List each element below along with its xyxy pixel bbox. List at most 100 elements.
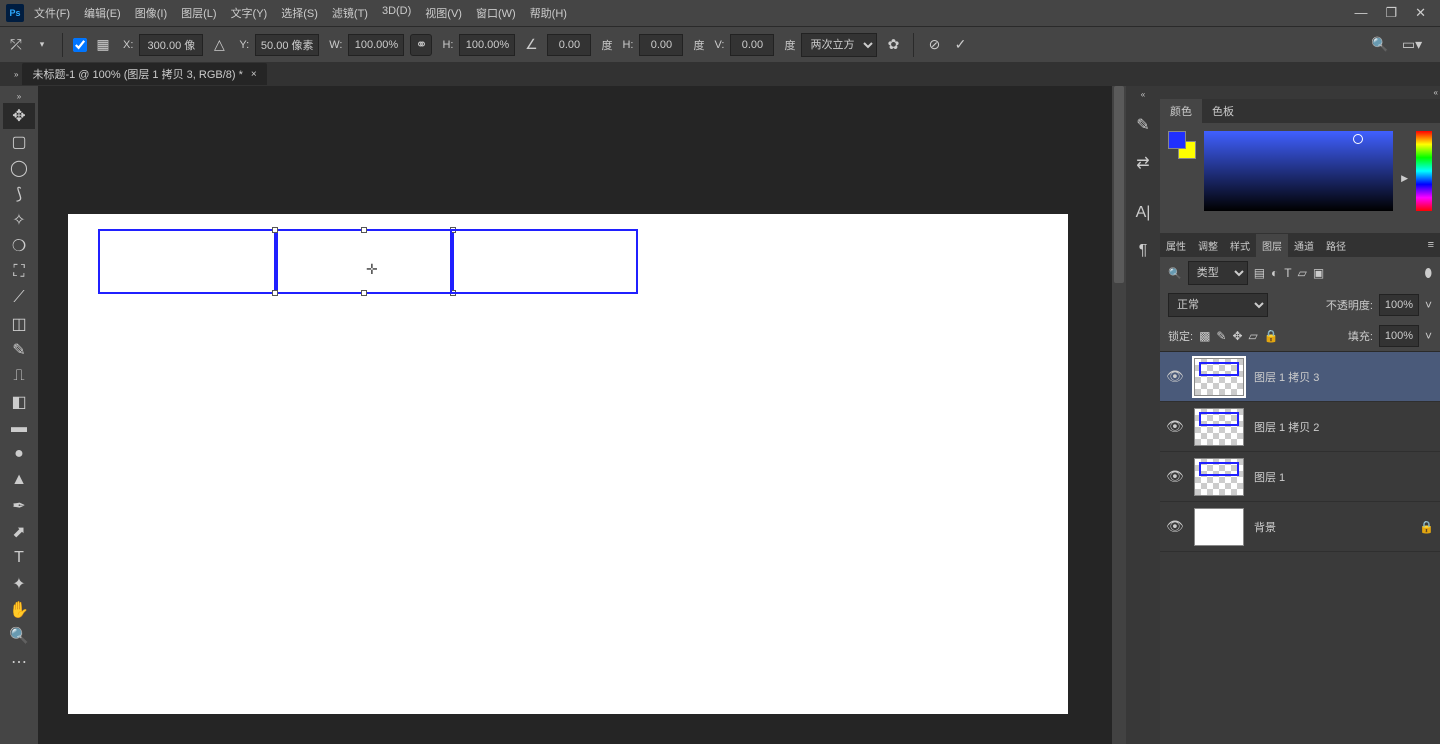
document-tab[interactable]: 未标题-1 @ 100% (图层 1 拷贝 3, RGB/8) * × [22,63,266,85]
paragraph-panel-icon[interactable]: ¶ [1131,239,1155,263]
quick-select-tool[interactable]: ❍ [3,233,35,259]
tab-adjustments[interactable]: 调整 [1192,234,1224,257]
tab-properties[interactable]: 属性 [1160,234,1192,257]
tab-paths[interactable]: 路径 [1320,234,1352,257]
layer-row[interactable]: 👁图层 1 拷贝 2 [1160,402,1440,452]
menu-type[interactable]: 文字(Y) [231,5,268,21]
cancel-transform-icon[interactable]: ⊘ [924,35,944,55]
transform-tool-icon[interactable]: ⤱ [6,35,26,55]
foreground-color[interactable] [1168,131,1186,149]
panel-expand-icon[interactable]: » [10,70,22,79]
menu-edit[interactable]: 编辑(E) [84,5,121,21]
lock-artboard-icon[interactable]: ▱ [1249,329,1258,343]
panel-menu-icon[interactable]: ≡ [1422,239,1440,251]
layer-row[interactable]: 👁图层 1 [1160,452,1440,502]
edit-toolbar[interactable]: ⋯ [3,649,35,675]
opacity-dropdown-icon[interactable]: ˅ [1425,298,1432,312]
crop-tool[interactable]: ⛶ [3,259,35,285]
layer-thumbnail[interactable] [1194,408,1244,446]
lock-pixels-icon[interactable]: ▩ [1199,329,1210,343]
tab-styles[interactable]: 样式 [1224,234,1256,257]
eraser-tool[interactable]: ◧ [3,389,35,415]
filter-adjust-icon[interactable]: ◐ [1271,266,1278,280]
shape-rect-1[interactable] [98,229,278,294]
type-tool[interactable]: T [3,545,35,571]
dodge-tool[interactable]: ▲ [3,467,35,493]
lock-brush-icon[interactable]: ✎ [1216,329,1226,343]
transform-handle-sw[interactable] [272,290,278,296]
transform-handle-s[interactable] [361,290,367,296]
commit-transform-icon[interactable]: ✓ [950,35,970,55]
lock-position-icon[interactable]: ✥ [1232,329,1242,343]
menu-layer[interactable]: 图层(L) [181,5,216,21]
blur-tool[interactable]: ● [3,441,35,467]
filter-type-icon[interactable]: T [1284,266,1291,280]
tab-layers[interactable]: 图层 [1256,234,1288,257]
layer-row[interactable]: 👁 图层 1 拷贝 3 [1160,352,1440,402]
visibility-toggle-icon[interactable]: 👁 [1166,518,1184,535]
layer-thumbnail[interactable] [1194,458,1244,496]
visibility-toggle-icon[interactable]: 👁 [1166,418,1184,435]
hue-slider-arrow[interactable]: ▶ [1401,173,1408,184]
layer-row[interactable]: 👁背景🔒 [1160,502,1440,552]
rectangular-marquee-tool[interactable]: ▢ [3,129,35,155]
clone-stamp-tool[interactable]: ⎍ [3,363,35,389]
tab-channels[interactable]: 通道 [1288,234,1320,257]
transform-handle-n[interactable] [361,227,367,233]
menu-3d[interactable]: 3D(D) [382,5,411,21]
zoom-tool[interactable]: 🔍 [3,623,35,649]
tab-close-icon[interactable]: × [251,69,257,80]
shape-rect-2[interactable] [274,229,454,294]
brush-settings-icon[interactable]: ⇄ [1131,151,1155,175]
h-input[interactable] [459,34,515,56]
layer-thumbnail[interactable] [1194,358,1244,396]
layer-name[interactable]: 图层 1 拷贝 3 [1254,369,1434,385]
frame-tool[interactable]: ◫ [3,311,35,337]
maximize-icon[interactable]: ❐ [1385,5,1397,21]
minimize-icon[interactable]: — [1354,5,1367,21]
foreground-background-colors[interactable] [1168,131,1196,159]
x-input[interactable] [139,34,203,56]
vertical-scrollbar[interactable] [1112,86,1126,744]
scrollbar-thumb[interactable] [1114,86,1124,283]
color-field[interactable] [1204,131,1393,211]
menu-window[interactable]: 窗口(W) [476,5,516,21]
y-input[interactable] [255,34,319,56]
transform-handle-nw[interactable] [272,227,278,233]
interpolation-select[interactable]: 两次立方 [801,33,877,57]
filter-smart-icon[interactable]: ▣ [1313,266,1324,280]
reference-point-icon[interactable]: ▦ [93,35,113,55]
gradient-tool[interactable]: ▬ [3,415,35,441]
panel-collapse-icon[interactable]: « [1160,86,1440,99]
layer-thumbnail[interactable] [1194,508,1244,546]
filter-pixel-icon[interactable]: ▤ [1254,266,1265,280]
close-icon[interactable]: ✕ [1415,5,1426,21]
brush-panel-icon[interactable]: ✎ [1131,113,1155,137]
layer-name[interactable]: 图层 1 [1254,469,1434,485]
opacity-input[interactable] [1379,294,1419,316]
brush-tool[interactable]: ✎ [3,337,35,363]
elliptical-marquee-tool[interactable]: ◯ [3,155,35,181]
hskew-input[interactable] [639,34,683,56]
lock-all-icon[interactable]: 🔒 [1264,329,1279,343]
hue-slider[interactable] [1416,131,1432,211]
menu-file[interactable]: 文件(F) [34,5,70,21]
shape-rect-3[interactable] [450,229,638,294]
filter-toggle[interactable]: ⬮ [1424,266,1432,281]
auto-select-checkbox[interactable] [73,38,87,52]
filter-shape-icon[interactable]: ▱ [1298,266,1307,280]
canvas-area[interactable]: ✛ [38,86,1126,744]
character-panel-icon[interactable]: A| [1131,201,1155,225]
fill-dropdown-icon[interactable]: ˅ [1425,329,1432,343]
menu-view[interactable]: 视图(V) [425,5,462,21]
delta-icon[interactable]: △ [209,35,229,55]
eyedropper-tool[interactable]: ⟋ [3,285,35,311]
move-tool[interactable]: ✥ [3,103,35,129]
w-input[interactable] [348,34,404,56]
hand-tool[interactable]: ✋ [3,597,35,623]
visibility-toggle-icon[interactable]: 👁 [1166,368,1184,385]
strip-collapse-icon[interactable]: « [1141,90,1145,99]
link-icon[interactable]: ⚭ [410,34,432,56]
path-select-tool[interactable]: ⬈ [3,519,35,545]
vskew-input[interactable] [730,34,774,56]
